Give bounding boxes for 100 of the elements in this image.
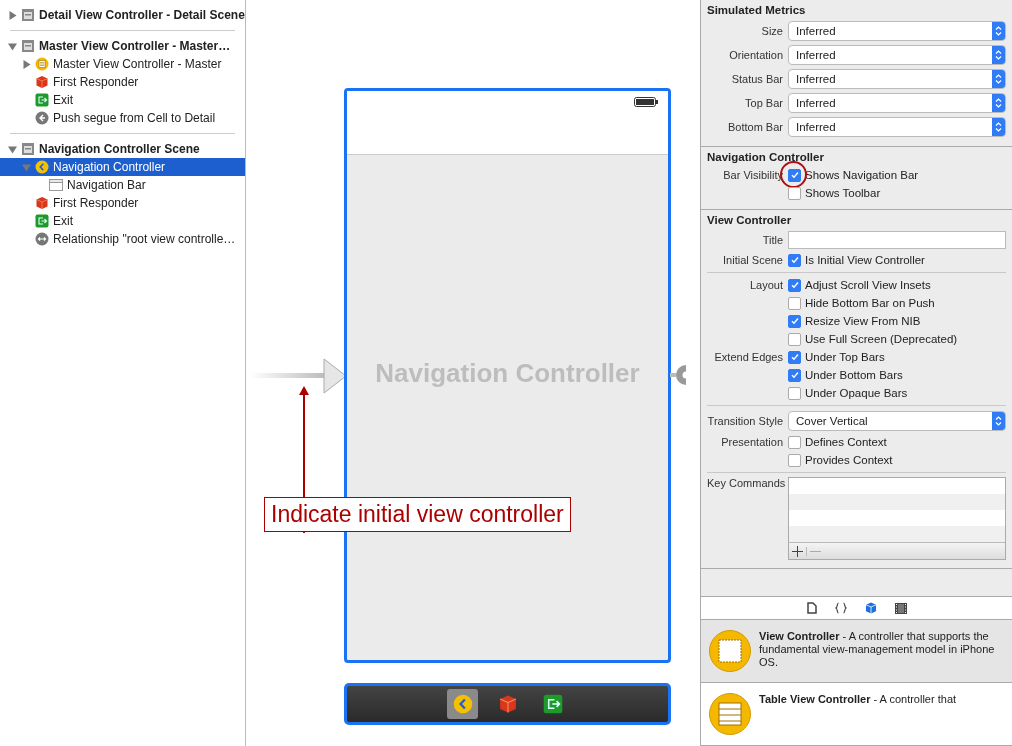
field-label: Key Commands <box>707 477 783 489</box>
scene-icon <box>21 39 35 53</box>
scene-icon <box>21 142 35 156</box>
field-label: Orientation <box>728 49 783 61</box>
disclosure-triangle-icon[interactable] <box>8 144 17 154</box>
back-chevron-circle-icon <box>452 694 473 714</box>
outline-item-label: Push segue from Cell to Detail <box>53 111 216 125</box>
scene-title[interactable]: Navigation Controller Scene <box>39 142 200 156</box>
scene-title[interactable]: Master View Controller - Master… <box>39 39 231 53</box>
outline-row[interactable]: Exit <box>0 212 245 230</box>
field-label: Status Bar <box>730 73 783 85</box>
outline-item-label: Exit <box>53 93 73 107</box>
field-label: Extend Edges <box>713 351 783 363</box>
checkbox[interactable] <box>788 314 801 328</box>
annotation-callout: Indicate initial view controller <box>264 497 571 532</box>
library-item[interactable]: Table View Controller - A controller that <box>701 683 1012 746</box>
checkbox[interactable] <box>788 168 801 182</box>
field-label: Top Bar <box>744 97 783 109</box>
up-down-chevron-icon[interactable] <box>992 94 1005 112</box>
outline-row[interactable]: Relationship "root view controlle… <box>0 230 245 248</box>
field-label: Presentation <box>720 436 783 448</box>
outline-item-label: Master View Controller - Master <box>53 57 222 71</box>
library-item-description: View Controller - A controller that supports the fundamental view-management model in iPhone OS. <box>759 630 996 669</box>
section-title: View Controller <box>707 214 793 226</box>
popup-select[interactable]: Cover Vertical <box>788 411 1006 431</box>
outline-item-label: First Responder <box>53 75 139 89</box>
checkbox[interactable] <box>788 368 801 382</box>
popup-select[interactable]: Inferred <box>788 21 1006 41</box>
double-arrow-circle-icon <box>35 232 49 246</box>
cube-icon <box>35 196 49 210</box>
outline-row[interactable]: Master View Controller - Master <box>0 55 245 73</box>
checkbox[interactable] <box>788 253 801 267</box>
library-item-description: Table View Controller - A controller that <box>759 693 957 706</box>
up-down-chevron-icon[interactable] <box>992 412 1005 430</box>
library-item[interactable]: View Controller - A controller that supports the fundamental view-management model in iPhone OS. <box>701 620 1012 683</box>
field-label: Initial Scene <box>722 254 783 266</box>
checkbox[interactable] <box>788 386 801 400</box>
disclosure-triangle-icon[interactable] <box>8 41 17 51</box>
plus-icon[interactable] <box>792 545 803 557</box>
checkbox-label: Adjust Scroll View Insets <box>805 279 931 291</box>
exit-icon <box>35 93 49 107</box>
checkbox[interactable] <box>788 296 801 310</box>
popup-select[interactable]: Inferred <box>788 69 1006 89</box>
checkbox[interactable] <box>788 350 801 364</box>
section-title: Simulated Metrics <box>707 4 807 16</box>
outline-row[interactable]: Navigation Bar <box>0 176 245 194</box>
scene-title[interactable]: Detail View Controller - Detail Scene <box>39 8 245 22</box>
checkbox-label: Hide Bottom Bar on Push <box>805 297 935 309</box>
checkbox-label: Shows Navigation Bar <box>805 169 919 181</box>
popup-select[interactable]: Inferred <box>788 117 1006 137</box>
outline-row[interactable]: Push segue from Cell to Detail <box>0 109 245 127</box>
scene-icon <box>21 8 35 22</box>
section-title: Navigation Controller <box>707 151 825 163</box>
checkbox[interactable] <box>788 278 801 292</box>
outline-item-label: Exit <box>53 214 73 228</box>
cube-icon <box>35 75 49 89</box>
field-label: Title <box>761 234 783 246</box>
braces-icon[interactable] <box>834 602 847 614</box>
title-input-field[interactable] <box>788 231 1006 249</box>
checkbox-label: Under Bottom Bars <box>805 369 903 381</box>
up-down-chevron-icon[interactable] <box>992 70 1005 88</box>
field-label: Size <box>760 25 783 37</box>
checkbox-label: Shows Toolbar <box>805 187 881 199</box>
film-strip-icon[interactable] <box>894 602 907 614</box>
checkbox[interactable] <box>788 332 801 346</box>
checkbox-label: Defines Context <box>805 436 887 448</box>
cube-icon <box>497 694 518 714</box>
outline-row[interactable]: Navigation Controller <box>0 158 245 176</box>
outline-item-label: First Responder <box>53 196 139 210</box>
outline-item-label: Navigation Bar <box>67 178 146 192</box>
arrow-circle-icon <box>35 111 49 125</box>
checkbox-label: Under Top Bars <box>805 351 885 363</box>
popup-select[interactable]: Inferred <box>788 45 1006 65</box>
field-label: Transition Style <box>707 415 783 427</box>
checkbox[interactable] <box>788 435 801 449</box>
outline-row[interactable]: First Responder <box>0 73 245 91</box>
checkbox-label: Use Full Screen (Deprecated) <box>805 333 958 345</box>
outline-item-label: Navigation Controller <box>53 160 166 174</box>
checkbox[interactable] <box>788 186 801 200</box>
field-label: Bottom Bar <box>726 121 783 133</box>
disclosure-triangle-icon[interactable] <box>8 10 17 20</box>
popup-select[interactable]: Inferred <box>788 93 1006 113</box>
up-down-chevron-icon[interactable] <box>992 118 1005 136</box>
checkbox-label: Under Opaque Bars <box>805 387 908 399</box>
exit-icon <box>35 214 49 228</box>
checkbox-label: Resize View From NIB <box>805 315 921 327</box>
relationship-connector <box>670 363 686 387</box>
outline-row[interactable]: First Responder <box>0 194 245 212</box>
disclosure-triangle-icon[interactable] <box>22 59 31 69</box>
checkbox-label: Provides Context <box>805 454 893 466</box>
checkbox-label: Is Initial View Controller <box>805 254 925 266</box>
file-icon[interactable] <box>806 602 817 614</box>
up-down-chevron-icon[interactable] <box>992 22 1005 40</box>
checkbox[interactable] <box>788 453 801 467</box>
view-controller-icon <box>709 630 751 672</box>
up-down-chevron-icon[interactable] <box>992 46 1005 64</box>
outline-item-label: Relationship "root view controlle… <box>53 232 236 246</box>
outline-row[interactable]: Exit <box>0 91 245 109</box>
back-chevron-circle-icon <box>35 160 49 174</box>
cube-icon[interactable] <box>864 602 877 614</box>
